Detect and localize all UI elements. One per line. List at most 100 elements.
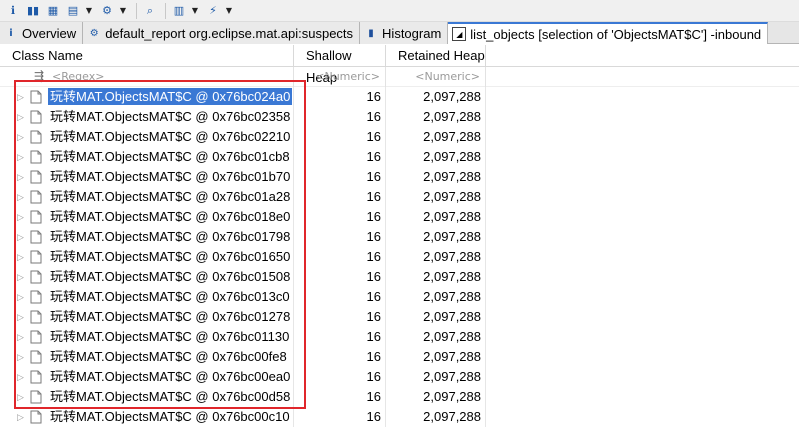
settings-icon[interactable]: ⚡ — [204, 2, 222, 20]
chevron-down-icon[interactable]: ▼ — [118, 2, 128, 20]
sql-icon[interactable]: ▦ — [44, 2, 62, 20]
table-row[interactable]: ▷ 玩转MAT.ObjectsMAT$C @ 0x76bc01278 16 2,097… — [0, 307, 799, 327]
retained-heap-cell: 2,097,288 — [386, 367, 486, 387]
class-name-cell[interactable]: ▷ 玩转MAT.ObjectsMAT$C @ 0x76bc018e0 — [0, 207, 294, 227]
class-name-cell[interactable]: ▷ 玩转MAT.ObjectsMAT$C @ 0x76bc01130 — [0, 327, 294, 347]
shallow-heap-cell: 16 — [294, 107, 386, 127]
table-row[interactable]: ▷ 玩转MAT.ObjectsMAT$C @ 0x76bc01130 16 2,097… — [0, 327, 799, 347]
table-body: ▷ 玩转MAT.ObjectsMAT$C @ 0x76bc024a0 16 2,097… — [0, 87, 799, 427]
chevron-down-icon[interactable]: ▼ — [224, 2, 234, 20]
object-icon — [30, 350, 42, 364]
expand-icon[interactable]: ▷ — [17, 207, 27, 227]
class-name-cell[interactable]: ▷ 玩转MAT.ObjectsMAT$C @ 0x76bc00c10 — [0, 407, 294, 427]
tab-list-objects[interactable]: ◢ list_objects [selection of 'ObjectsMAT… — [448, 22, 769, 44]
object-icon — [30, 310, 42, 324]
chevron-down-icon[interactable]: ▼ — [84, 2, 94, 20]
editor-tabs: i Overview ⚙ default_report org.eclipse.… — [0, 22, 799, 44]
table-row[interactable]: ▷ 玩转MAT.ObjectsMAT$C @ 0x76bc00c10 16 2,097… — [0, 407, 799, 427]
retained-heap-cell: 2,097,288 — [386, 407, 486, 427]
class-name-cell[interactable]: ▷ 玩转MAT.ObjectsMAT$C @ 0x76bc013c0 — [0, 287, 294, 307]
expand-icon[interactable]: ▷ — [17, 327, 27, 347]
table-row[interactable]: ▷ 玩转MAT.ObjectsMAT$C @ 0x76bc01cb8 16 2,097… — [0, 147, 799, 167]
export-icon[interactable]: ▥ — [170, 2, 188, 20]
filter-icon: ⇶ — [34, 69, 45, 83]
retained-heap-cell: 2,097,288 — [386, 387, 486, 407]
expand-icon[interactable]: ▷ — [17, 107, 27, 127]
expand-icon[interactable]: ▷ — [17, 87, 27, 107]
column-header-shallow-heap[interactable]: Shallow Heap — [294, 45, 386, 85]
shallow-heap-cell: 16 — [294, 327, 386, 347]
info-icon[interactable]: ℹ — [4, 2, 22, 20]
table-row[interactable]: ▷ 玩转MAT.ObjectsMAT$C @ 0x76bc013c0 16 2,097… — [0, 287, 799, 307]
table-row[interactable]: ▷ 玩转MAT.ObjectsMAT$C @ 0x76bc024a0 16 2,097… — [0, 87, 799, 107]
class-name-cell[interactable]: ▷ 玩转MAT.ObjectsMAT$C @ 0x76bc024a0 — [0, 87, 294, 107]
tab-label: list_objects [selection of 'ObjectsMAT$C… — [470, 26, 762, 42]
expand-icon[interactable]: ▷ — [17, 307, 27, 327]
object-name: 玩转MAT.ObjectsMAT$C @ 0x76bc024a0 — [48, 88, 293, 105]
shallow-heap-cell: 16 — [294, 207, 386, 227]
retained-heap-cell: 2,097,288 — [386, 227, 486, 247]
tab-overview[interactable]: i Overview — [0, 22, 84, 44]
table-row[interactable]: ▷ 玩转MAT.ObjectsMAT$C @ 0x76bc02210 16 2,097… — [0, 127, 799, 147]
expand-icon[interactable]: ▷ — [17, 127, 27, 147]
table-row[interactable]: ▷ 玩转MAT.ObjectsMAT$C @ 0x76bc02358 16 2,097… — [0, 107, 799, 127]
table-row[interactable]: ▷ 玩转MAT.ObjectsMAT$C @ 0x76bc01798 16 2,097… — [0, 227, 799, 247]
class-name-cell[interactable]: ▷ 玩转MAT.ObjectsMAT$C @ 0x76bc01798 — [0, 227, 294, 247]
expand-icon[interactable]: ▷ — [17, 347, 27, 367]
regex-filter-input[interactable]: ⇶ <Regex> — [0, 67, 294, 87]
object-icon — [30, 410, 42, 424]
report-icon: ⚙ — [89, 27, 99, 39]
expand-icon[interactable]: ▷ — [17, 227, 27, 247]
table-row[interactable]: ▷ 玩转MAT.ObjectsMAT$C @ 0x76bc01a28 16 2,097… — [0, 187, 799, 207]
column-header-class-name[interactable]: Class Name — [0, 45, 294, 67]
expand-icon[interactable]: ▷ — [17, 407, 27, 427]
object-icon — [30, 130, 42, 144]
chevron-down-icon[interactable]: ▼ — [190, 2, 200, 20]
table-row[interactable]: ▷ 玩转MAT.ObjectsMAT$C @ 0x76bc00fe8 16 2,097… — [0, 347, 799, 367]
expand-icon[interactable]: ▷ — [17, 147, 27, 167]
class-name-cell[interactable]: ▷ 玩转MAT.ObjectsMAT$C @ 0x76bc01508 — [0, 267, 294, 287]
table-row[interactable]: ▷ 玩转MAT.ObjectsMAT$C @ 0x76bc00ea0 16 2,097… — [0, 367, 799, 387]
table-row[interactable]: ▷ 玩转MAT.ObjectsMAT$C @ 0x76bc018e0 16 2,097… — [0, 207, 799, 227]
class-name-cell[interactable]: ▷ 玩转MAT.ObjectsMAT$C @ 0x76bc01a28 — [0, 187, 294, 207]
expand-icon[interactable]: ▷ — [17, 287, 27, 307]
table-row[interactable]: ▷ 玩转MAT.ObjectsMAT$C @ 0x76bc01508 16 2,097… — [0, 267, 799, 287]
class-name-cell[interactable]: ▷ 玩转MAT.ObjectsMAT$C @ 0x76bc00d58 — [0, 387, 294, 407]
class-name-cell[interactable]: ▷ 玩转MAT.ObjectsMAT$C @ 0x76bc01650 — [0, 247, 294, 267]
class-name-cell[interactable]: ▷ 玩转MAT.ObjectsMAT$C @ 0x76bc01cb8 — [0, 147, 294, 167]
tab-default-report[interactable]: ⚙ default_report org.eclipse.mat.api:sus… — [83, 22, 361, 44]
expand-icon[interactable]: ▷ — [17, 247, 27, 267]
expand-icon[interactable]: ▷ — [17, 267, 27, 287]
object-icon — [30, 190, 42, 204]
shallow-filter-input[interactable]: <Numeric> — [294, 67, 386, 87]
retained-heap-cell: 2,097,288 — [386, 127, 486, 147]
search-icon[interactable]: ⌕ — [141, 2, 159, 20]
class-name-cell[interactable]: ▷ 玩转MAT.ObjectsMAT$C @ 0x76bc02358 — [0, 107, 294, 127]
query-icon[interactable]: ▤ — [64, 2, 82, 20]
class-name-cell[interactable]: ▷ 玩转MAT.ObjectsMAT$C @ 0x76bc00fe8 — [0, 347, 294, 367]
expand-icon[interactable]: ▷ — [17, 367, 27, 387]
column-header-retained-heap[interactable]: Retained Heap — [386, 45, 486, 67]
expand-icon[interactable]: ▷ — [17, 187, 27, 207]
object-name: 玩转MAT.ObjectsMAT$C @ 0x76bc01130 — [50, 329, 290, 344]
expand-icon[interactable]: ▷ — [17, 167, 27, 187]
object-name: 玩转MAT.ObjectsMAT$C @ 0x76bc013c0 — [50, 289, 290, 304]
tab-histogram[interactable]: ▮ Histogram — [360, 22, 449, 44]
class-name-cell[interactable]: ▷ 玩转MAT.ObjectsMAT$C @ 0x76bc01b70 — [0, 167, 294, 187]
histogram-icon[interactable]: ▮▮ — [24, 2, 42, 20]
retained-filter-input[interactable]: <Numeric> — [386, 67, 486, 87]
object-name: 玩转MAT.ObjectsMAT$C @ 0x76bc00d58 — [50, 389, 291, 404]
class-name-cell[interactable]: ▷ 玩转MAT.ObjectsMAT$C @ 0x76bc01278 — [0, 307, 294, 327]
tab-label: Histogram — [382, 25, 442, 41]
expand-icon[interactable]: ▷ — [17, 387, 27, 407]
report-icon[interactable]: ⚙ — [98, 2, 116, 20]
table-row[interactable]: ▷ 玩转MAT.ObjectsMAT$C @ 0x76bc01b70 16 2,097… — [0, 167, 799, 187]
class-name-cell[interactable]: ▷ 玩转MAT.ObjectsMAT$C @ 0x76bc02210 — [0, 127, 294, 147]
table-row[interactable]: ▷ 玩转MAT.ObjectsMAT$C @ 0x76bc00d58 16 2,097… — [0, 387, 799, 407]
table-row[interactable]: ▷ 玩转MAT.ObjectsMAT$C @ 0x76bc01650 16 2,097… — [0, 247, 799, 267]
object-name: 玩转MAT.ObjectsMAT$C @ 0x76bc02210 — [50, 129, 291, 144]
retained-heap-cell: 2,097,288 — [386, 167, 486, 187]
class-name-cell[interactable]: ▷ 玩转MAT.ObjectsMAT$C @ 0x76bc00ea0 — [0, 367, 294, 387]
list-icon: ◢ — [452, 27, 467, 41]
toolbar-separator — [165, 2, 166, 19]
